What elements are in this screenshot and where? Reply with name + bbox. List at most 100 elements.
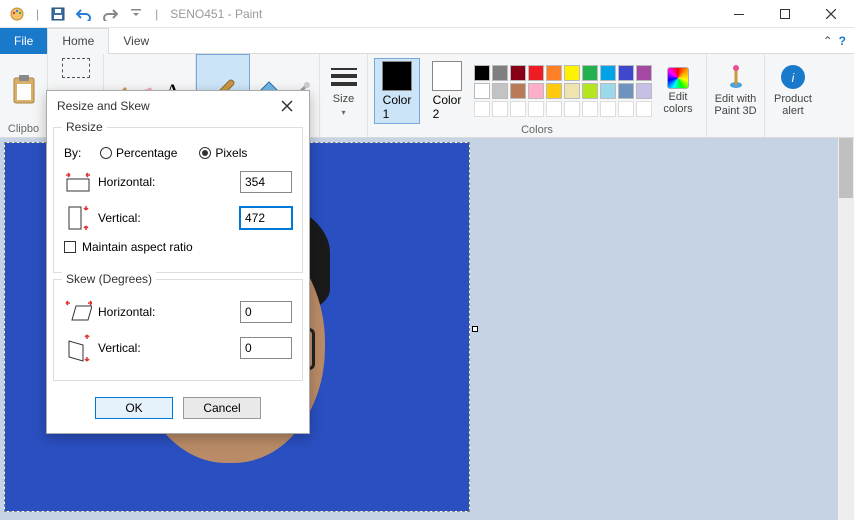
color-swatch[interactable]: [546, 65, 562, 81]
resize-v-icon: [64, 204, 92, 232]
color-swatch[interactable]: [582, 83, 598, 99]
maintain-ratio-checkbox[interactable]: [64, 241, 76, 253]
tab-spacer: ⌃ ?: [163, 28, 854, 54]
size-icon: [330, 63, 358, 91]
help-icon[interactable]: ?: [839, 34, 846, 48]
color-swatch[interactable]: [636, 65, 652, 81]
separator: |: [36, 7, 39, 21]
skew-v-input[interactable]: [240, 337, 292, 359]
dialog-buttons: OK Cancel: [47, 387, 309, 433]
color-swatch[interactable]: [618, 83, 634, 99]
color-swatch[interactable]: [600, 83, 616, 99]
maintain-ratio-label: Maintain aspect ratio: [82, 240, 193, 254]
group-clipboard: Clipbo: [0, 54, 48, 137]
resize-h-input[interactable]: [240, 171, 292, 193]
minimize-button[interactable]: [716, 0, 762, 28]
color-swatch[interactable]: [474, 65, 490, 81]
color-swatch[interactable]: [474, 83, 490, 99]
paint3d-icon: [722, 63, 750, 91]
undo-icon[interactable]: [73, 3, 95, 25]
color-swatch-empty[interactable]: [636, 101, 652, 117]
close-button[interactable]: [808, 0, 854, 28]
paint3d-button[interactable]: Edit with Paint 3D: [711, 58, 761, 122]
color-swatch[interactable]: [510, 83, 526, 99]
resize-h-row: Horizontal:: [64, 168, 292, 196]
skew-h-label: Horizontal:: [98, 305, 234, 319]
maximize-button[interactable]: [762, 0, 808, 28]
quick-access-toolbar: | | SENO451 - Paint: [0, 3, 262, 25]
product-alert-button[interactable]: i Product alert: [768, 58, 818, 122]
color-swatch[interactable]: [528, 65, 544, 81]
by-label: By:: [64, 146, 94, 160]
size-button[interactable]: Size ▾: [319, 58, 369, 122]
color1-button[interactable]: Color 1: [374, 58, 420, 124]
color2-swatch: [432, 61, 462, 91]
resize-legend: Resize: [62, 120, 107, 134]
color-swatch[interactable]: [564, 65, 580, 81]
resize-skew-dialog: Resize and Skew Resize By: Percentage Pi…: [46, 90, 310, 434]
scrollbar-thumb[interactable]: [839, 138, 853, 198]
color-swatch-empty[interactable]: [546, 101, 562, 117]
separator: |: [155, 7, 158, 21]
color-swatch[interactable]: [582, 65, 598, 81]
color-swatch[interactable]: [600, 65, 616, 81]
color-swatch[interactable]: [636, 83, 652, 99]
select-tool[interactable]: [62, 58, 90, 78]
resize-h-icon: [64, 168, 92, 196]
color-swatch-empty[interactable]: [510, 101, 526, 117]
title-bar: | | SENO451 - Paint: [0, 0, 854, 28]
color-swatch[interactable]: [510, 65, 526, 81]
info-icon: i: [779, 63, 807, 91]
skew-v-icon: [64, 334, 92, 362]
qat-customize-icon[interactable]: [125, 3, 147, 25]
dialog-titlebar: Resize and Skew: [47, 91, 309, 121]
color-swatch-empty[interactable]: [582, 101, 598, 117]
pixels-radio[interactable]: Pixels: [199, 146, 247, 160]
color-swatch-empty[interactable]: [564, 101, 580, 117]
skew-h-icon: [64, 298, 92, 326]
tab-file[interactable]: File: [0, 28, 47, 54]
color-swatch[interactable]: [492, 83, 508, 99]
cancel-button[interactable]: Cancel: [183, 397, 261, 419]
color-swatch[interactable]: [492, 65, 508, 81]
color-swatch[interactable]: [564, 83, 580, 99]
tab-home[interactable]: Home: [47, 28, 109, 54]
clipboard-icon: [10, 76, 38, 104]
group-colors: Color 1 Color 2 Edit colors Colors: [368, 54, 707, 137]
color-swatch[interactable]: [618, 65, 634, 81]
ribbon-collapse-icon[interactable]: ⌃: [823, 34, 833, 48]
resize-handle-right[interactable]: [472, 326, 478, 332]
edit-colors-button[interactable]: Edit colors: [656, 59, 700, 123]
window-controls: [716, 0, 854, 28]
color-swatch-empty[interactable]: [600, 101, 616, 117]
ribbon-tabs: File Home View ⌃ ?: [0, 28, 854, 54]
group-size: Size ▾: [320, 54, 368, 137]
color-swatch[interactable]: [546, 83, 562, 99]
color-swatch-empty[interactable]: [618, 101, 634, 117]
skew-h-input[interactable]: [240, 301, 292, 323]
maintain-ratio-row[interactable]: Maintain aspect ratio: [64, 240, 292, 254]
resize-v-input[interactable]: [240, 207, 292, 229]
redo-icon[interactable]: [99, 3, 121, 25]
paint-app-icon[interactable]: [6, 3, 28, 25]
color-swatch[interactable]: [528, 83, 544, 99]
ok-button[interactable]: OK: [95, 397, 173, 419]
resize-fieldset: Resize By: Percentage Pixels Horizontal:…: [53, 127, 303, 273]
color-swatch-empty[interactable]: [492, 101, 508, 117]
vertical-scrollbar[interactable]: [838, 138, 854, 520]
percentage-radio[interactable]: Percentage: [100, 146, 177, 160]
color-swatch-empty[interactable]: [528, 101, 544, 117]
tab-view[interactable]: View: [109, 28, 163, 54]
resize-v-label: Vertical:: [98, 211, 234, 225]
color-swatch-empty[interactable]: [474, 101, 490, 117]
save-icon[interactable]: [47, 3, 69, 25]
color2-button[interactable]: Color 2: [424, 61, 470, 121]
skew-v-row: Vertical:: [64, 334, 292, 362]
resize-h-label: Horizontal:: [98, 175, 234, 189]
window-title: SENO451 - Paint: [170, 7, 262, 21]
paste-button[interactable]: [0, 58, 49, 122]
rainbow-icon: [667, 67, 689, 89]
skew-h-row: Horizontal:: [64, 298, 292, 326]
dialog-close-button[interactable]: [275, 94, 299, 118]
svg-text:i: i: [792, 71, 795, 85]
